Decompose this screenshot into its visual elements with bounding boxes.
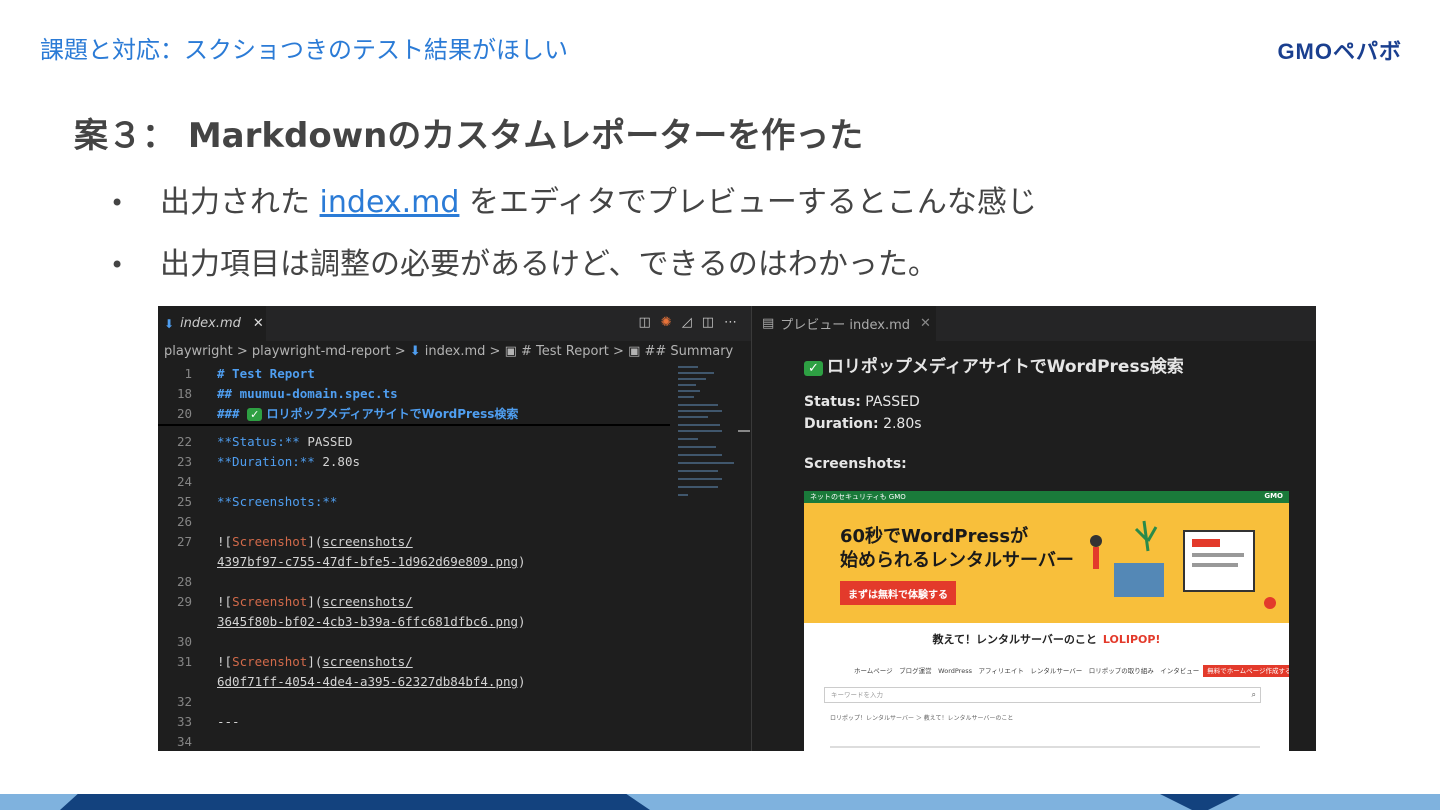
slide-header: 課題と対応：スクショつきのテスト結果がほしい xyxy=(40,36,568,64)
editor-toolbar: ◫ ✺ ◿ ◫ ⋯ xyxy=(639,315,738,330)
divider xyxy=(830,746,1260,748)
copilot-icon[interactable]: ✺ xyxy=(661,315,672,330)
footer-accent xyxy=(60,794,650,810)
site-hero: 60秒でWordPressが 始められるレンタルサーバー まずは無料で体験する xyxy=(804,503,1289,623)
preview-duration: Duration: 2.80s xyxy=(804,416,922,432)
compare-icon[interactable]: ◿ xyxy=(682,315,692,330)
preview-icon: ▤ xyxy=(762,316,775,331)
symbol-icon: ▣ xyxy=(504,344,517,359)
check-icon: ✓ xyxy=(247,408,263,421)
markdown-icon: ⬇ xyxy=(164,316,175,331)
embedded-screenshot: ネットのセキュリティも GMO GMO 60秒でWordPressが 始められるレ… xyxy=(804,491,1289,751)
breadcrumb: playwright > playwright-md-report > ⬇ in… xyxy=(164,344,734,359)
symbol-icon: ▣ xyxy=(628,344,641,359)
open-preview-icon[interactable]: ◫ xyxy=(639,315,651,330)
editor-tab-bar: ⬇ index.md ✕ ◫ ✺ ◿ ◫ ⋯ xyxy=(158,306,751,341)
more-actions-icon[interactable]: ⋯ xyxy=(724,315,737,330)
tab-preview[interactable]: ▤ プレビュー index.md ✕ xyxy=(752,306,936,341)
split-editor-icon[interactable]: ◫ xyxy=(702,315,714,330)
markdown-icon: ⬇ xyxy=(409,344,421,359)
site-nav: ホームページ ブログ運営 WordPress アフィリエイト レンタルサーバー … xyxy=(854,665,1289,677)
site-search-input[interactable]: キーワードを入力 ⌕ xyxy=(824,687,1261,703)
preview-tab-bar: ▤ プレビュー index.md ✕ xyxy=(752,306,1316,341)
hero-cta-button[interactable]: まずは無料で体験する xyxy=(840,581,956,605)
slide-title: 案３： Markdownのカスタムレポーターを作った xyxy=(74,116,864,156)
search-icon: ⌕ xyxy=(1251,690,1256,699)
preview-screenshots-label: Screenshots: xyxy=(804,456,907,472)
check-icon: ✓ xyxy=(804,361,823,376)
site-topbar: ネットのセキュリティも GMO GMO xyxy=(804,491,1289,503)
hero-heading: 60秒でWordPressが 始められるレンタルサーバー xyxy=(840,526,1074,571)
close-icon[interactable]: ✕ xyxy=(920,316,931,331)
sticky-scroll-border xyxy=(158,424,670,426)
bullet-list: 出力された index.md をエディタでプレビューするとこんな感じ 出力項目は… xyxy=(110,178,1037,302)
close-icon[interactable]: ✕ xyxy=(253,316,264,331)
preview-status: Status: PASSED xyxy=(804,394,920,410)
gmo-pepabo-logo: GMOペパボ xyxy=(1277,39,1402,64)
site-breadcrumb: ロリポップ！レンタルサーバー ＞ 教えて！レンタルサーバーのこと xyxy=(830,715,1014,722)
scrollbar[interactable] xyxy=(738,430,750,432)
site-subheading: 教えて！レンタルサーバーのこと LOLIPOP! xyxy=(932,633,1161,646)
minimap[interactable] xyxy=(678,364,738,499)
index-md-link[interactable]: index.md xyxy=(320,185,460,220)
vscode-screenshot: ⬇ index.md ✕ ◫ ✺ ◿ ◫ ⋯ playwright > play… xyxy=(158,306,1316,751)
tab-index-md[interactable]: ⬇ index.md ✕ xyxy=(158,306,266,341)
bullet-item: 出力項目は調整の必要があるけど、できるのはわかった。 xyxy=(110,240,1037,302)
bullet-item: 出力された index.md をエディタでプレビューするとこんな感じ xyxy=(110,178,1037,240)
hero-illustration xyxy=(1090,520,1276,609)
preview-pane: ▤ プレビュー index.md ✕ ✓ ロリポップメディアサイトでWordPre… xyxy=(752,306,1316,751)
preview-heading: ✓ ロリポップメディアサイトでWordPress検索 xyxy=(804,352,1184,377)
editor-pane: ⬇ index.md ✕ ◫ ✺ ◿ ◫ ⋯ playwright > play… xyxy=(158,306,751,751)
